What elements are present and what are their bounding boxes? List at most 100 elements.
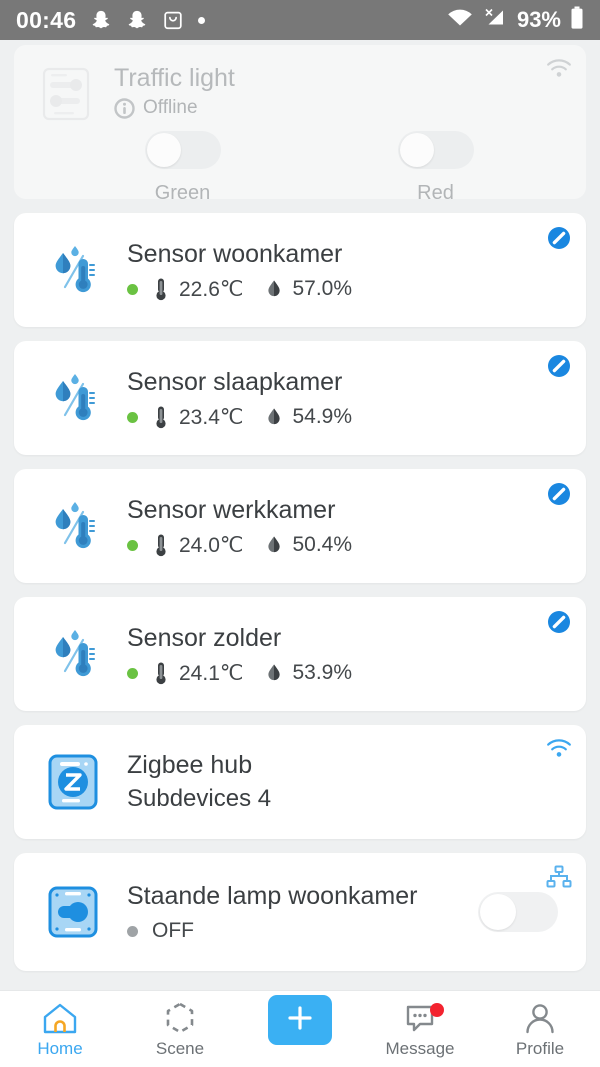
nav-item-profile[interactable]: Profile <box>480 991 600 1067</box>
device-card-traffic-light[interactable]: Traffic light Offline Green Red <box>14 45 586 204</box>
device-card-sensor-woonkamer[interactable]: Sensor woonkamer 22.6℃ 57.0% <box>14 213 586 327</box>
humidity-value: 50.4% <box>292 533 353 556</box>
shopping-bag-icon <box>162 8 184 32</box>
droplet-icon <box>265 661 283 685</box>
status-bar-left: 00:46 <box>16 6 206 34</box>
device-card-sensor-werkkamer[interactable]: Sensor werkkamer 24.0℃ 50.4% <box>14 469 586 583</box>
temperature-value: 22.6℃ <box>179 277 244 301</box>
status-dot-online <box>127 411 138 423</box>
thermometer-icon <box>152 405 170 429</box>
plus-icon <box>283 1001 317 1040</box>
device-title: Zigbee hub <box>127 751 253 779</box>
toggle-knob <box>146 133 181 167</box>
status-bar-clock: 00:46 <box>16 6 77 33</box>
network-hierarchy-icon <box>546 865 572 888</box>
device-title: Sensor slaapkamer <box>127 367 343 396</box>
snapchat-ghost-icon <box>90 8 112 32</box>
metric-temperature: 22.6℃ <box>152 277 243 302</box>
info-circle-icon <box>114 97 135 119</box>
nav-label-message: Message <box>385 1038 455 1058</box>
traffic-light-texts: Traffic light Offline <box>114 59 235 119</box>
status-dot-online <box>127 539 138 551</box>
edit-pen-icon[interactable] <box>546 481 572 505</box>
device-title: Sensor zolder <box>127 623 282 652</box>
metric-humidity: 57.0% <box>265 277 352 301</box>
nav-item-scene[interactable]: Scene <box>120 991 240 1067</box>
lamp-body: Staande lamp woonkamer OFF <box>127 881 417 943</box>
temperature-value: 23.4℃ <box>179 405 244 429</box>
temperature-humidity-icon <box>47 370 99 426</box>
subdevices-count: Subdevices 4 <box>127 785 272 812</box>
device-card-sensor-zolder[interactable]: Sensor zolder 24.1℃ 53.9% <box>14 597 586 711</box>
metric-temperature: 24.1℃ <box>152 661 243 686</box>
switch-label-green: Green <box>154 182 211 204</box>
temperature-humidity-icon <box>47 626 99 682</box>
bottom-navigation: Home Scene Message Profile <box>0 990 600 1067</box>
device-status-text: Offline <box>143 97 198 118</box>
droplet-icon <box>265 405 283 429</box>
sensor-body: Sensor werkkamer 24.0℃ 50.4% <box>127 495 374 558</box>
lamp-state-row: OFF <box>127 919 417 943</box>
dot-icon <box>198 16 206 24</box>
sensor-metrics: 24.1℃ 53.9% <box>127 661 374 686</box>
lamp-toggle-wrap <box>478 892 558 932</box>
device-title: Sensor woonkamer <box>127 239 343 268</box>
switch-cell-green: Green <box>56 131 309 205</box>
lamp-device-icon <box>47 883 99 941</box>
add-device-button[interactable] <box>268 995 332 1045</box>
sensor-body: Sensor woonkamer 22.6℃ 57.0% <box>127 239 374 302</box>
temperature-humidity-icon <box>47 242 99 298</box>
toggle-green[interactable] <box>144 131 221 169</box>
device-list[interactable]: Traffic light Offline Green Red Sensor w… <box>0 40 600 990</box>
temperature-value: 24.0℃ <box>179 533 244 557</box>
nav-item-home[interactable]: Home <box>0 991 120 1067</box>
traffic-light-switches: Green Red <box>32 131 568 205</box>
thermometer-icon <box>152 661 170 685</box>
snapchat-ghost-icon <box>126 8 148 32</box>
device-card-zigbee-hub[interactable]: Zigbee hub Subdevices 4 <box>14 725 586 839</box>
sensor-body: Sensor slaapkamer 23.4℃ 54.9% <box>127 367 374 430</box>
message-unread-badge <box>429 1003 444 1017</box>
metric-temperature: 23.4℃ <box>152 405 243 430</box>
sensor-metrics: 24.0℃ 50.4% <box>127 533 374 558</box>
sensor-body: Sensor zolder 24.1℃ 53.9% <box>127 623 374 686</box>
edit-pen-icon[interactable] <box>546 225 572 249</box>
person-icon <box>521 1000 559 1036</box>
switch-cell-red: Red <box>309 131 562 205</box>
metric-humidity: 54.9% <box>265 405 352 429</box>
metric-temperature: 24.0℃ <box>152 533 243 558</box>
nav-item-add[interactable] <box>240 991 360 1067</box>
device-title: Staande lamp woonkamer <box>127 882 418 910</box>
wifi-icon <box>546 57 572 79</box>
edit-pen-icon[interactable] <box>546 609 572 633</box>
cell-signal-no-service-icon <box>482 7 508 34</box>
humidity-value: 53.9% <box>292 661 353 684</box>
status-dot-offline <box>127 925 138 937</box>
toggle-red[interactable] <box>397 131 474 169</box>
device-title: Traffic light <box>114 64 235 92</box>
traffic-light-header: Traffic light Offline <box>32 59 568 121</box>
sensor-metrics: 23.4℃ 54.9% <box>127 405 374 430</box>
status-bar: 00:46 93% <box>0 0 600 40</box>
controller-device-icon <box>40 67 92 121</box>
toggle-knob <box>480 894 516 930</box>
battery-percentage: 93% <box>516 7 561 32</box>
switch-label-red: Red <box>417 182 454 204</box>
status-dot-online <box>127 283 138 295</box>
wifi-icon <box>546 737 572 759</box>
humidity-value: 54.9% <box>292 405 353 428</box>
nav-item-message[interactable]: Message <box>360 991 480 1067</box>
nav-label-scene: Scene <box>155 1038 205 1058</box>
device-card-staande-lamp[interactable]: Staande lamp woonkamer OFF <box>14 853 586 971</box>
wifi-icon <box>447 8 473 33</box>
device-card-sensor-slaapkamer[interactable]: Sensor slaapkamer 23.4℃ 54.9% <box>14 341 586 455</box>
thermometer-icon <box>152 533 170 557</box>
toggle-staande-lamp[interactable] <box>478 892 558 932</box>
home-icon <box>41 1000 79 1036</box>
lamp-state-text: OFF <box>152 919 194 942</box>
status-bar-right: 93% <box>447 6 584 35</box>
thermometer-icon <box>152 277 170 301</box>
app-root: 00:46 93% Traffic light Offline Green Re… <box>0 0 600 1067</box>
device-status-row: Offline <box>114 97 235 119</box>
edit-pen-icon[interactable] <box>546 353 572 377</box>
